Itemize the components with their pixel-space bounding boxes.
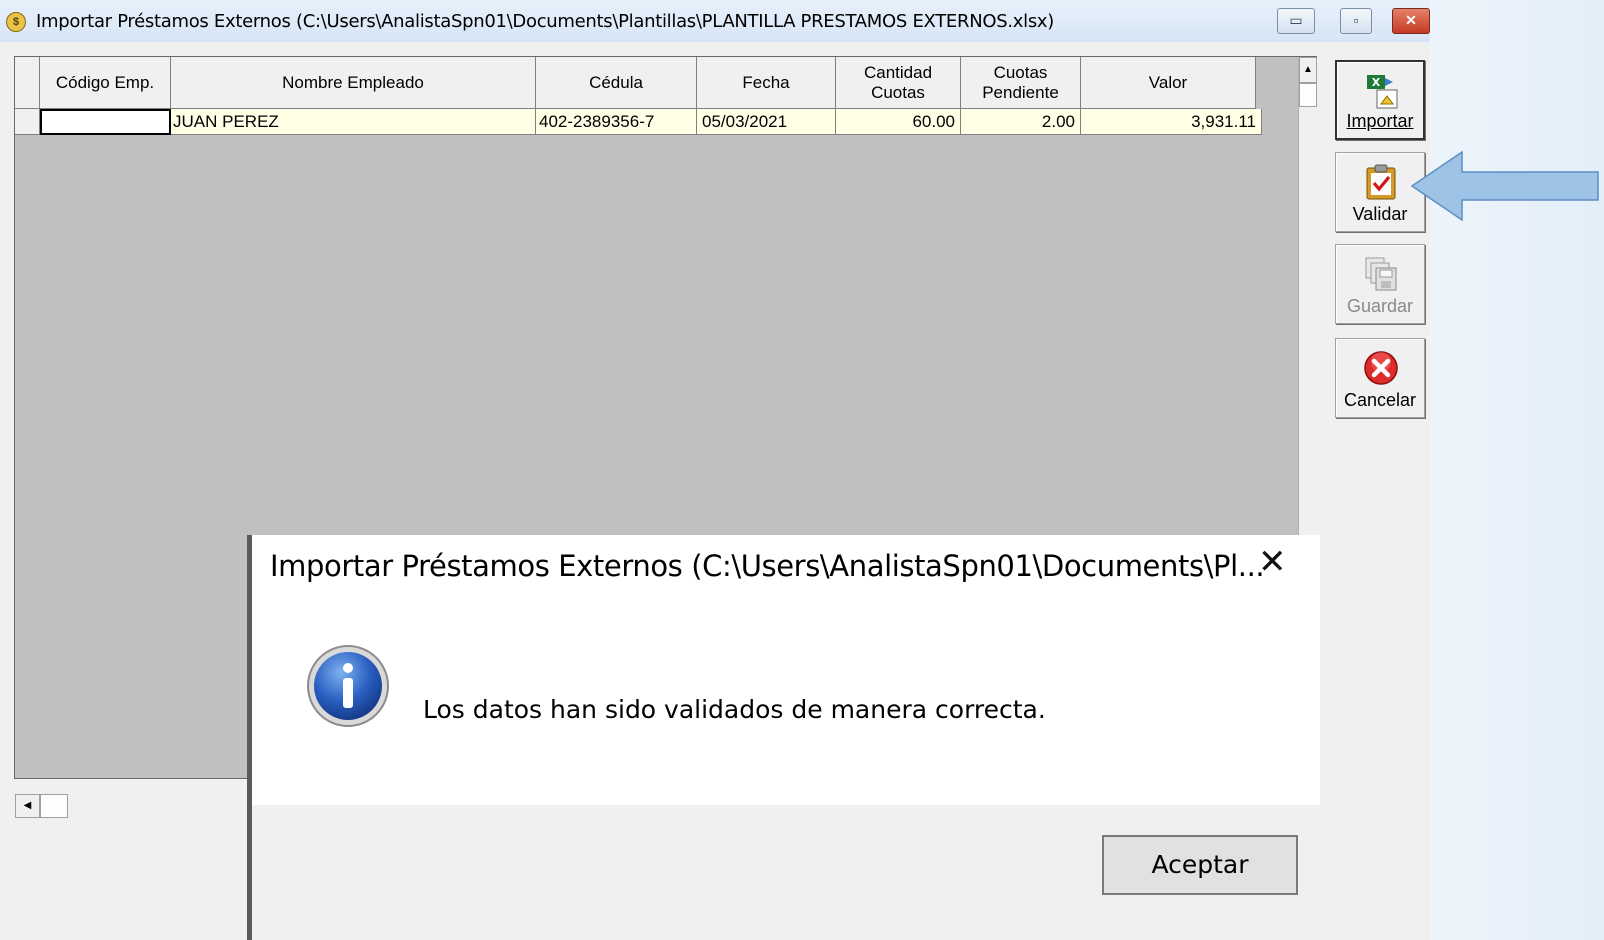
importar-label: Importar <box>1346 111 1414 131</box>
info-icon <box>307 645 389 727</box>
cell-cantidad-cuotas[interactable]: 60.00 <box>836 109 961 135</box>
column-header-fecha[interactable]: Fecha <box>697 57 836 109</box>
column-header-codigo[interactable]: Código Emp. <box>40 57 171 109</box>
svg-text:X: X <box>1372 76 1381 89</box>
maximize-button[interactable]: ▫ <box>1340 8 1372 34</box>
aceptar-button[interactable]: Aceptar <box>1102 835 1298 895</box>
column-header-cedula[interactable]: Cédula <box>536 57 697 109</box>
excel-import-icon: X <box>1367 75 1398 109</box>
minimize-button[interactable]: ▭ <box>1277 8 1315 34</box>
guardar-button[interactable]: Guardar <box>1335 244 1425 324</box>
scroll-up-arrow-icon[interactable]: ▲ <box>1299 57 1317 83</box>
guardar-label: Guardar <box>1346 296 1414 316</box>
hscroll-track[interactable] <box>68 794 248 818</box>
scroll-left-arrow-icon[interactable]: ◀ <box>15 794 40 818</box>
importar-button[interactable]: X Importar <box>1335 60 1425 140</box>
cell-valor[interactable]: 3,931.11 <box>1081 109 1262 135</box>
save-disabled-icon <box>1365 257 1397 291</box>
message-dialog: Importar Préstamos Externos (C:\Users\An… <box>247 535 1320 940</box>
app-icon: $ <box>6 12 26 32</box>
column-header-valor[interactable]: Valor <box>1081 57 1256 109</box>
pointer-arrow-icon <box>1410 150 1599 222</box>
window-title: Importar Préstamos Externos (C:\Users\An… <box>36 11 1054 32</box>
dialog-message: Los datos han sido validados de manera c… <box>423 695 1046 724</box>
cell-fecha[interactable]: 05/03/2021 <box>697 109 836 135</box>
column-header-cantidad-cuotas[interactable]: Cantidad Cuotas <box>836 57 961 109</box>
dialog-title: Importar Préstamos Externos (C:\Users\An… <box>270 549 1265 583</box>
dialog-footer: Aceptar <box>252 805 1320 940</box>
close-button[interactable]: ✕ <box>1392 8 1430 34</box>
cell-nombre[interactable]: JUAN PEREZ <box>171 109 536 135</box>
cell-cedula[interactable]: 402-2389356-7 <box>536 109 697 135</box>
hscroll-thumb[interactable] <box>40 794 68 818</box>
cancel-x-icon <box>1364 351 1398 385</box>
row-selector-header <box>15 57 40 109</box>
scroll-thumb[interactable] <box>1299 83 1317 107</box>
title-bar[interactable]: $ Importar Préstamos Externos (C:\Users\… <box>0 0 1430 42</box>
cancelar-label: Cancelar <box>1343 390 1417 410</box>
cancelar-button[interactable]: Cancelar <box>1335 338 1425 418</box>
column-header-nombre[interactable]: Nombre Empleado <box>171 57 536 109</box>
cell-codigo[interactable] <box>40 109 171 135</box>
column-header-cuotas-pendiente[interactable]: Cuotas Pendiente <box>961 57 1081 109</box>
dialog-close-button[interactable]: ✕ <box>1258 545 1287 579</box>
clipboard-check-icon <box>1366 164 1396 200</box>
row-selector[interactable] <box>15 109 40 135</box>
cell-cuotas-pendiente[interactable]: 2.00 <box>961 109 1081 135</box>
